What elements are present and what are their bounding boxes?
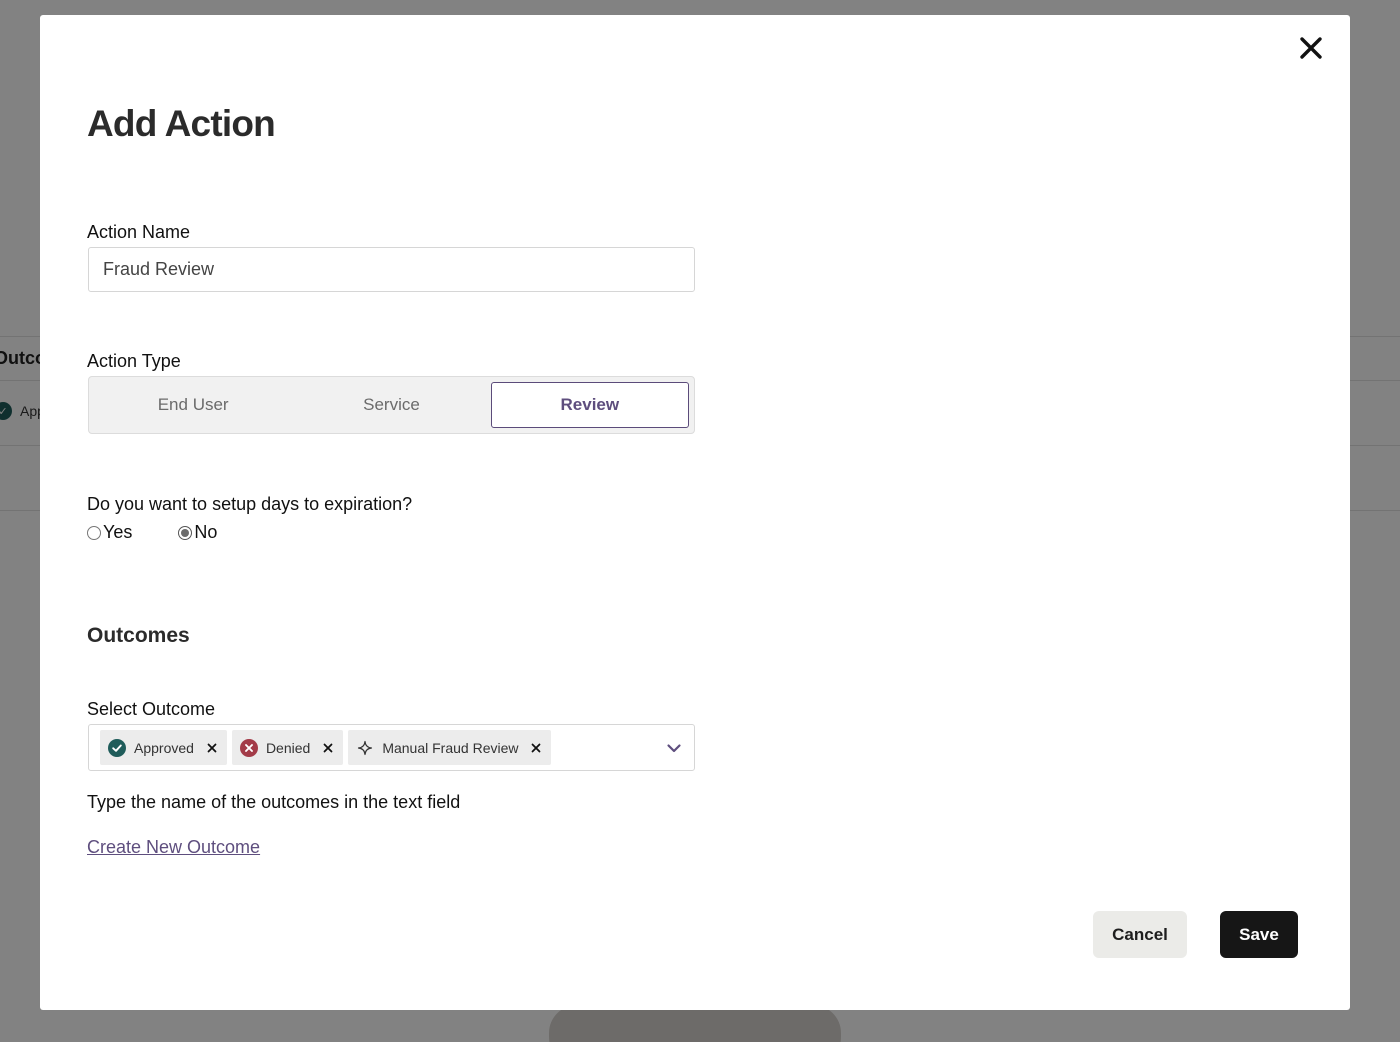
action-type-selector: End User Service Review — [88, 376, 695, 434]
radio-no[interactable] — [178, 525, 193, 540]
save-button[interactable]: Save — [1220, 911, 1298, 958]
x-circle-icon — [239, 738, 258, 757]
sparkle-icon — [356, 739, 374, 757]
outcome-dropdown-toggle[interactable] — [665, 739, 683, 757]
radio-no-label: No — [194, 522, 218, 542]
close-icon — [207, 743, 217, 752]
outcomes-heading: Outcomes — [87, 624, 190, 647]
chip-label: Denied — [265, 739, 311, 756]
action-name-label: Action Name — [87, 222, 191, 242]
action-type-review[interactable]: Review — [490, 382, 689, 428]
close-icon — [532, 743, 541, 752]
expiration-yes-option[interactable]: Yes — [87, 522, 132, 543]
expiration-radio-group: Yes No — [87, 522, 217, 543]
close-icon — [323, 743, 333, 752]
chip-label: Manual Fraud Review — [382, 739, 519, 756]
radio-yes-label: Yes — [103, 522, 133, 542]
cancel-button[interactable]: Cancel — [1093, 911, 1187, 958]
chevron-down-icon — [667, 744, 681, 753]
create-new-outcome-link[interactable]: Create New Outcome — [87, 837, 260, 858]
chip-label: Approved — [134, 739, 194, 756]
action-type-end-user[interactable]: End User — [94, 382, 292, 428]
remove-approved-button[interactable] — [206, 742, 218, 754]
action-type-service[interactable]: Service — [292, 382, 490, 428]
action-type-label: Action Type — [87, 351, 181, 371]
outcome-help-text: Type the name of the outcomes in the tex… — [87, 792, 461, 812]
expiration-no-option[interactable]: No — [178, 522, 217, 543]
page-title: Add Action — [87, 103, 276, 144]
remove-denied-button[interactable] — [322, 742, 334, 754]
expiration-question: Do you want to setup days to expiration? — [87, 494, 413, 514]
outcome-chip-manual-fraud-review: Manual Fraud Review — [348, 730, 552, 765]
close-icon — [1300, 37, 1322, 59]
add-action-modal: Add Action Action Name Action Type End U… — [40, 15, 1350, 1010]
check-circle-icon — [108, 738, 126, 757]
outcome-chip-approved: Approved — [100, 730, 227, 765]
outcome-multi-select[interactable]: Approved Denied Manual Fraud Review — [88, 724, 695, 771]
close-button[interactable] — [1298, 35, 1324, 61]
radio-yes[interactable] — [87, 525, 101, 540]
remove-manual-fraud-review-button[interactable] — [530, 742, 542, 754]
outcome-chip-denied: Denied — [231, 730, 344, 765]
action-name-input[interactable] — [88, 247, 695, 292]
select-outcome-label: Select Outcome — [87, 699, 216, 719]
